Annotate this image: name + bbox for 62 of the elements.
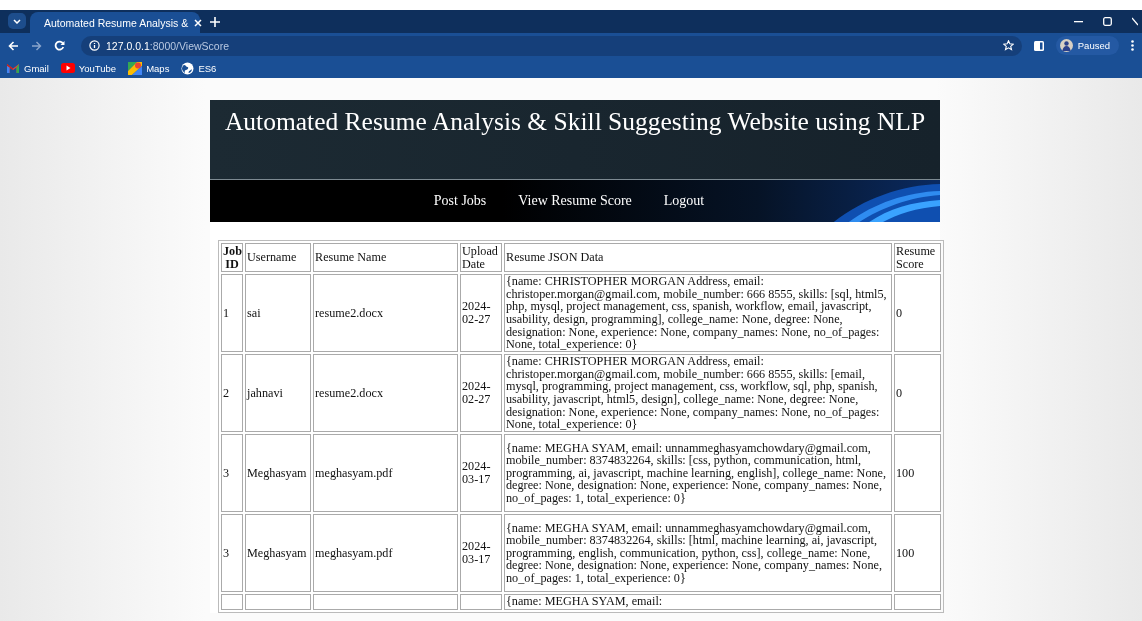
browser-tab[interactable]: Automated Resume Analysis & [30,12,200,33]
tab-search-button[interactable] [8,13,26,29]
globe-icon [181,61,195,75]
table-cell: {name: MEGHA SYAM, email: [506,594,663,608]
table-cell: 3 [223,545,230,560]
table-cell: 2024-03-17 [462,459,491,486]
table-cell: Meghasyam [247,465,307,480]
nav-link[interactable]: Post Jobs [433,193,487,209]
maximize-icon[interactable] [1103,17,1112,26]
table-cell: 100 [896,545,915,560]
side-panel-icon[interactable] [1033,40,1044,51]
table-cell: 2024-02-27 [462,379,491,406]
table-cell: 3 [223,465,230,480]
column-header: Upload Date [460,243,502,272]
table-cell: 0 [896,305,903,320]
table-cell: 2024-03-17 [462,539,491,566]
nav-link[interactable]: Logout [663,193,705,209]
avatar-icon [1059,39,1073,52]
chevron-down-icon [13,18,21,24]
table-cell: 2 [223,385,230,400]
back-arrow-icon[interactable] [8,40,19,51]
table-cell: 2024-02-27 [462,299,491,326]
table-cell: 100 [896,465,915,480]
more-menu-icon[interactable] [1131,40,1134,51]
table-cell: {name: CHRISTOPHER MORGAN Address, email: christoper.morgan@gmail.com, mobile_number: 666 8555, skills: [sql, html5, php, mysql, project management, css, spanish, workflow, email, javascript, usability, design, programming], college_name: None, degree: None, designation: None, experience: None, company_names: None, no_of_pages: None, total_experience: 0} [506,274,887,352]
table-cell: meghasyam.pdf [315,545,393,560]
bookmark-link[interactable]: YouTube [60,62,117,74]
bookmark-link[interactable]: ES6 [181,61,217,75]
nav-link[interactable]: View Resume Score [518,193,632,209]
close-icon[interactable] [1132,17,1138,26]
table-cell: {name: CHRISTOPHER MORGAN Address, email: christoper.morgan@gmail.com, mobile_number: 666 8555, skills: [email, mysql, programming, project management, css, workflow, sql, php, spanish, usability, javascript, html5, design], college_name: None, degree: None, designation: None, experience: None, company_names: None, no_of_pages: None, total_experience: 0} [506,354,880,432]
table-cell: resume2.docx [315,385,384,400]
mail-icon [6,62,20,74]
minimize-icon[interactable] [1074,20,1083,23]
table-cell: sai [247,305,261,320]
table-cell: 1 [223,305,230,320]
info-icon [89,40,100,51]
table-cell: jahnavi [247,385,283,400]
map-icon [128,61,143,75]
tab-title: Automated Resume Analysis & [44,16,189,29]
column-header: Job ID [221,243,243,272]
bookmark-link[interactable]: Maps [128,61,170,75]
url-text: 127.0.0.1:8000/ViewScore [106,39,229,52]
table-cell: Meghasyam [247,545,307,560]
bookmark-link[interactable]: Gmail [6,62,49,74]
reload-icon[interactable] [54,40,65,51]
column-header: Resume JSON Data [504,243,892,272]
table-cell: resume2.docx [315,305,384,320]
column-header: Username [245,243,311,272]
table-cell: 0 [896,385,903,400]
star-icon[interactable] [1002,40,1014,51]
column-header: Resume Score [894,243,941,272]
site-title: Automated Resume Analysis & Skill Suggesting Website using NLP [223,107,927,137]
close-icon[interactable] [194,16,203,29]
table-cell: meghasyam.pdf [315,465,393,480]
column-header: Resume Name [313,243,458,272]
profile-button[interactable]: Paused [1055,36,1119,55]
forward-arrow-icon[interactable] [31,40,42,51]
table-cell: {name: MEGHA SYAM, email: unnammeghasyamchowdary@gmail.com, mobile_number: 8374832264, skills: [css, python, communication, html, programming, ai, javascript, machine learning, english], college_name: None, degree: None, designation: None, experience: None, company_names: None, no_of_pages: 1, total_experience: 0} [506,440,887,505]
play-icon [60,63,75,73]
address-bar[interactable]: 127.0.0.1:8000/ViewScore [81,35,1022,56]
table-cell: {name: MEGHA SYAM, email: unnammeghasyamchowdary@gmail.com, mobile_number: 8374832264, skills: [html, machine learning, ai, javascript, programming, english, communication, python, css], college_name: None, degree: None, designation: None, experience: None, company_names: None, no_of_pages: 1, total_experience: 0} [506,520,882,585]
